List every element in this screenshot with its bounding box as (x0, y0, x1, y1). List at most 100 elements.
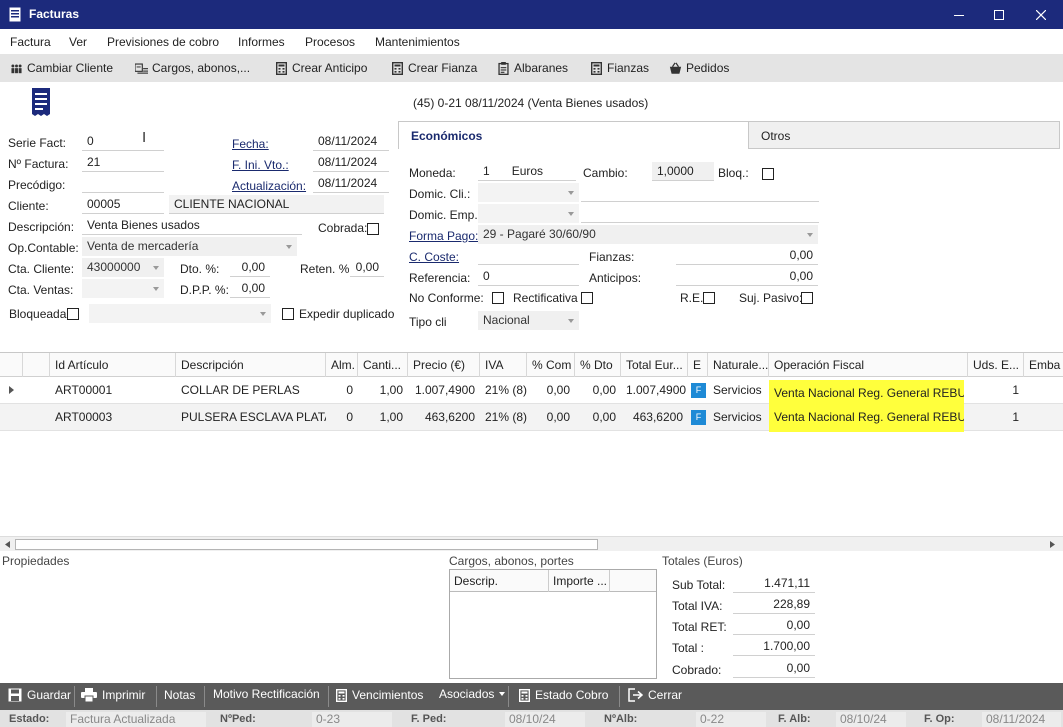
col-operacion-fiscal[interactable]: Operación Fiscal (769, 353, 968, 377)
scroll-left-icon[interactable] (5, 541, 10, 548)
ctaventas-select[interactable] (82, 279, 164, 298)
maximize-button[interactable] (977, 0, 1021, 29)
cobrada-label: Cobrada: (318, 221, 368, 235)
col-embalaje[interactable]: Emba (1024, 353, 1063, 377)
cell-id: ART00001 (55, 383, 113, 397)
fianzas-label: Fianzas: (589, 250, 635, 264)
expedir-duplicado-checkbox[interactable] (282, 308, 294, 320)
domcli-select[interactable] (478, 183, 579, 202)
bloq-label: Bloq.: (718, 166, 749, 180)
col-iva[interactable]: IVA (480, 353, 527, 377)
col-descripcion[interactable]: Descripción (176, 353, 326, 377)
referencia-field[interactable]: 0 (478, 267, 579, 286)
domcli-detail-field[interactable] (581, 183, 819, 202)
tab-otros[interactable]: Otros (748, 121, 1060, 149)
crear-fianza-button[interactable]: Crear Fianza (391, 61, 477, 75)
pedidos-button[interactable]: Pedidos (669, 61, 729, 75)
motivo-rectificacion-label: Motivo Rectificación (213, 687, 320, 701)
re-checkbox[interactable] (703, 292, 715, 304)
domcli-label: Domic. Cli.: (409, 187, 471, 201)
motivo-rectificacion-button[interactable]: Motivo Rectificación (213, 687, 320, 701)
menu-ver[interactable]: Ver (69, 35, 87, 49)
fini-vto-label[interactable]: F. Ini. Vto.: (232, 158, 289, 172)
fecha-label[interactable]: Fecha: (232, 137, 269, 151)
moneda-field[interactable]: 1 Euros (478, 162, 576, 181)
vencimientos-label: Vencimientos (352, 688, 424, 702)
asociados-dropdown[interactable]: Asociados (439, 687, 506, 701)
cell-iva: 21% (8) (485, 410, 527, 424)
ccoste-label[interactable]: C. Coste: (409, 250, 459, 264)
total-value: 1.700,00 (733, 637, 815, 656)
bloqueada-motivo-select[interactable] (89, 304, 271, 323)
menu-mantenimientos[interactable]: Mantenimientos (375, 35, 460, 49)
table-row[interactable]: ART00001 COLLAR DE PERLAS 0 1,00 1.007,4… (0, 377, 1063, 407)
tipocli-select[interactable]: Nacional (478, 311, 579, 330)
rectificativa-checkbox[interactable] (581, 292, 593, 304)
notas-button[interactable]: Notas (164, 688, 195, 702)
numero-field[interactable]: 21 (82, 153, 164, 172)
vencimientos-button[interactable]: Vencimientos (336, 688, 423, 702)
sujpasivo-checkbox[interactable] (801, 292, 813, 304)
menu-informes[interactable]: Informes (238, 35, 285, 49)
dpp-field[interactable]: 0,00 (230, 279, 270, 298)
col-id-articulo[interactable]: Id Artículo (50, 353, 176, 377)
cargos-abonos-button[interactable]: Cargos, abonos,... (135, 61, 250, 75)
col-uds[interactable]: Uds. E... (968, 353, 1024, 377)
fop-label: F. Op: (924, 713, 955, 725)
albaranes-button[interactable]: Albaranes (497, 61, 568, 75)
minimize-button[interactable] (937, 0, 981, 29)
cargos-col-importe[interactable]: Importe ... (549, 570, 610, 592)
actualizacion-field[interactable]: 08/11/2024 (313, 174, 389, 193)
cerrar-button[interactable]: Cerrar (628, 688, 682, 702)
formapago-label[interactable]: Forma Pago: (409, 229, 478, 243)
noconforme-checkbox[interactable] (492, 292, 504, 304)
ccoste-field[interactable] (478, 246, 579, 265)
cliente-code-field[interactable]: 00005 (82, 195, 164, 214)
col-com[interactable]: % Com (527, 353, 575, 377)
precodigo-field[interactable] (82, 174, 164, 193)
menu-procesos[interactable]: Procesos (305, 35, 355, 49)
imprimir-button[interactable]: Imprimir (81, 688, 145, 702)
cargos-col-descrip[interactable]: Descrip. (450, 570, 549, 592)
separator (328, 686, 329, 707)
grid-horizontal-scrollbar[interactable] (0, 536, 1063, 551)
tab-economicos[interactable]: Económicos (398, 121, 748, 149)
serie-field[interactable]: 0 (82, 132, 164, 151)
bloqueada-checkbox[interactable] (67, 308, 79, 320)
close-button[interactable] (1019, 0, 1063, 29)
formapago-select[interactable]: 29 - Pagaré 30/60/90 (478, 225, 818, 244)
col-precio[interactable]: Precio (€) (408, 353, 480, 377)
cambio-field[interactable]: 1,0000 (652, 162, 714, 181)
reten-field[interactable]: 0,00 (350, 258, 384, 277)
cambiar-cliente-button[interactable]: Cambiar Cliente (10, 61, 113, 75)
fini-vto-field[interactable]: 08/11/2024 (313, 153, 389, 172)
domemp-select[interactable] (478, 204, 579, 223)
table-row[interactable]: ART00003 PULSERA ESCLAVA PLATA 0 1,00 46… (0, 402, 1063, 432)
opcontable-select[interactable]: Venta de mercadería (82, 237, 297, 256)
scroll-right-icon[interactable] (1050, 541, 1055, 548)
estado-cobro-button[interactable]: Estado Cobro (519, 688, 608, 702)
dto-field[interactable]: 0,00 (230, 258, 270, 277)
ctacliente-select[interactable]: 43000000 (82, 258, 164, 277)
col-dto[interactable]: % Dto (575, 353, 621, 377)
crear-fianza-label: Crear Fianza (408, 61, 478, 75)
bloq-checkbox[interactable] (762, 168, 774, 180)
col-cantidad[interactable]: Canti... (358, 353, 408, 377)
col-total[interactable]: Total Eur... (621, 353, 688, 377)
col-e[interactable]: E (688, 353, 708, 377)
scrollbar-thumb[interactable] (15, 539, 598, 550)
col-alm[interactable]: Alm. (326, 353, 358, 377)
guardar-button[interactable]: Guardar (8, 688, 71, 702)
fecha-field[interactable]: 08/11/2024 (313, 132, 389, 151)
descripcion-field[interactable]: Venta Bienes usados (82, 216, 302, 235)
fianzas-button[interactable]: Fianzas (590, 61, 649, 75)
menu-factura[interactable]: Factura (10, 35, 51, 49)
domemp-detail-field[interactable] (581, 204, 819, 223)
actualizacion-label[interactable]: Actualización: (232, 179, 306, 193)
menu-previsiones[interactable]: Previsiones de cobro (107, 35, 219, 49)
col-naturaleza[interactable]: Naturale... (708, 353, 769, 377)
cargos-table[interactable]: Descrip. Importe ... (449, 569, 657, 679)
crear-anticipo-button[interactable]: Crear Anticipo (275, 61, 367, 75)
cargos-abonos-label: Cargos, abonos,... (152, 61, 251, 75)
cobrada-checkbox[interactable] (367, 223, 379, 235)
